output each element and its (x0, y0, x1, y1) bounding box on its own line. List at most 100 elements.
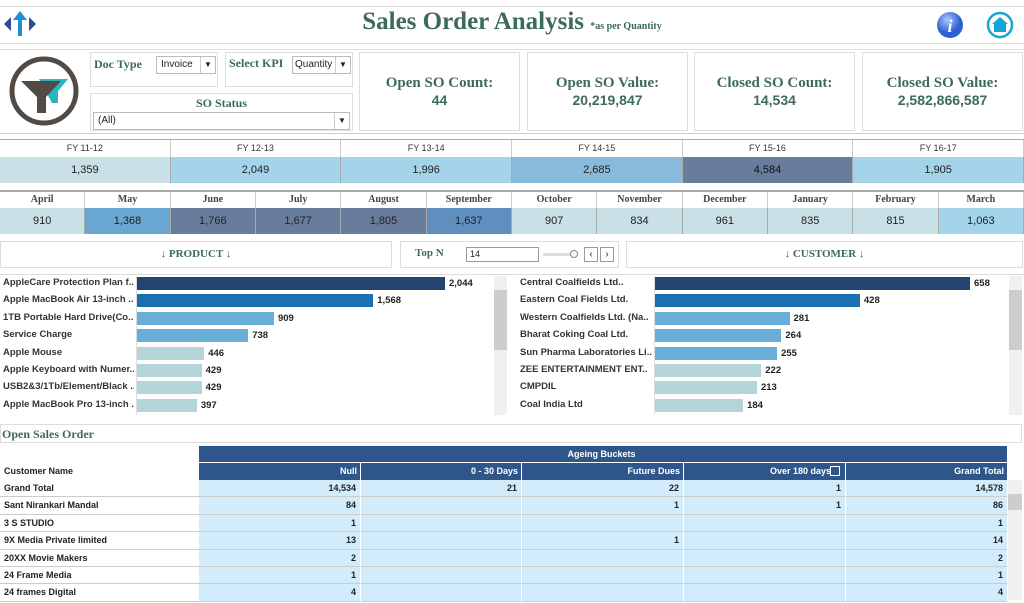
table-row-name[interactable]: 20XX Movie Makers (0, 549, 199, 567)
table-cell: 1 (522, 497, 684, 515)
table-row-name[interactable]: Sant Nirankari Mandal (0, 497, 199, 515)
bar-value-label: 738 (252, 330, 269, 342)
bar[interactable] (137, 311, 274, 325)
title-text: Sales Order Analysis (362, 8, 585, 35)
month-value-cell[interactable]: 1,677 (256, 208, 342, 234)
month-value-cell[interactable]: 1,063 (938, 208, 1024, 234)
bar[interactable] (137, 398, 197, 412)
table-row-name[interactable]: 3 S STUDIO (0, 514, 199, 533)
slider-handle[interactable] (570, 250, 578, 258)
open-so-section-header: Open Sales Order (0, 424, 1022, 443)
bar-label: Sun Pharma Laboratories Li.. (520, 346, 652, 358)
fy-value-cell[interactable]: 4,584 (682, 157, 854, 183)
divider (0, 190, 1024, 192)
month-value-cell[interactable]: 1,805 (341, 208, 427, 234)
sort-icon[interactable] (830, 466, 840, 476)
prev-button[interactable]: ‹ (584, 247, 598, 262)
bar[interactable] (137, 294, 374, 308)
month-header: January (768, 191, 854, 208)
table-scrollbar[interactable] (1008, 480, 1022, 600)
bar-label: Apple Mouse (3, 346, 63, 358)
bar[interactable] (655, 294, 860, 308)
bar-label: Coal India Ltd (520, 398, 583, 410)
bar-value-label: 429 (205, 365, 222, 376)
month-value-cell[interactable]: 1,368 (85, 208, 171, 234)
fy-value-cell[interactable]: 1,996 (341, 157, 512, 183)
topn-label: Top N (415, 247, 444, 259)
month-value-cell[interactable]: 815 (853, 208, 939, 234)
funnel-icon[interactable] (6, 55, 86, 127)
bar-label: Eastern Coal Fields Ltd. (520, 294, 629, 306)
bar[interactable] (655, 311, 790, 325)
bar[interactable] (137, 277, 445, 290)
info-icon[interactable]: i (936, 11, 964, 39)
fy-value-cell[interactable]: 1,359 (0, 157, 171, 183)
table-cell (522, 584, 684, 602)
bar[interactable] (137, 329, 249, 343)
fy-value-cell[interactable]: 1,905 (853, 157, 1024, 183)
bar-value-label: 658 (974, 278, 990, 289)
bar-label: CMPDIL (520, 381, 557, 393)
column-header[interactable]: Null (199, 463, 361, 480)
bar-label: USB2&3/1Tb/Element/Black .. (3, 381, 134, 393)
month-value-cell[interactable]: 835 (768, 208, 854, 234)
column-header[interactable]: Grand Total (846, 463, 1008, 480)
month-value-cell[interactable]: 1,637 (426, 208, 512, 234)
table-cell: 13 (199, 532, 361, 550)
bar[interactable] (137, 364, 202, 377)
bar[interactable] (655, 346, 778, 360)
table-cell: 14,578 (846, 480, 1008, 498)
fy-header: FY 12-13 (171, 140, 342, 157)
month-value-cell[interactable]: 1,766 (170, 208, 256, 234)
bar[interactable] (137, 381, 202, 395)
row-header: Customer Name (0, 463, 199, 480)
customer-header: ↓ CUSTOMER ↓ (626, 241, 1023, 268)
topn-slider[interactable] (543, 253, 573, 256)
table-cell (684, 532, 846, 550)
bar[interactable] (655, 329, 782, 343)
month-value-cell[interactable]: 834 (597, 208, 683, 234)
month-header: November (597, 191, 683, 208)
month-value-cell[interactable]: 907 (512, 208, 598, 234)
topn-control: Top N 14 ‹ › (400, 241, 619, 268)
home-icon[interactable] (986, 11, 1014, 39)
fy-header: FY 15-16 (683, 140, 854, 157)
table-cell: 2 (846, 549, 1008, 567)
kpi-select[interactable]: Quantity ▼ (292, 56, 351, 74)
table-cell: 22 (522, 480, 684, 498)
table-cell (361, 567, 522, 585)
column-header[interactable]: 0 - 30 Days (361, 463, 522, 480)
bar[interactable] (655, 364, 762, 377)
customer-scrollbar[interactable] (1009, 276, 1022, 415)
table-row-name[interactable]: 24 Frame Media (0, 567, 199, 585)
kpi-label: Open SO Value: (555, 75, 660, 91)
bar-value-label: 397 (200, 399, 217, 411)
so-status-select[interactable]: (All) ▼ (93, 112, 350, 130)
month-header: September (427, 191, 512, 208)
bar-value-label: 184 (747, 399, 763, 411)
next-button[interactable]: › (600, 247, 614, 262)
fy-value-cell[interactable]: 2,049 (170, 157, 342, 183)
bar[interactable] (655, 277, 970, 290)
bar[interactable] (655, 398, 744, 412)
table-cell: 14,534 (199, 480, 361, 498)
table-row-name[interactable]: 9X Media Private limited (0, 532, 199, 550)
table-row-name[interactable]: Grand Total (0, 480, 199, 498)
column-header[interactable]: Future Dues (522, 463, 684, 480)
doc-type-select[interactable]: Invoice ▼ (156, 56, 216, 74)
bar[interactable] (655, 381, 757, 395)
column-header[interactable]: Over 180 days (684, 463, 846, 480)
month-value-cell[interactable]: 961 (682, 208, 768, 234)
doc-type-label: Doc Type (94, 57, 142, 71)
month-value-cell[interactable]: 910 (0, 208, 86, 234)
product-scrollbar[interactable] (494, 276, 507, 415)
bar-value-label: 255 (781, 347, 797, 359)
kpi-card: Open SO Count: 44 (359, 52, 520, 131)
fy-value-cell[interactable]: 2,685 (512, 157, 683, 183)
bar[interactable] (137, 346, 205, 360)
bar-label: Bharat Coking Coal Ltd. (520, 329, 629, 341)
kpi-value: 14,534 (753, 92, 796, 108)
table-row-name[interactable]: 24 frames Digital (0, 584, 199, 602)
month-header: October (512, 191, 598, 208)
topn-input[interactable]: 14 (466, 247, 539, 262)
